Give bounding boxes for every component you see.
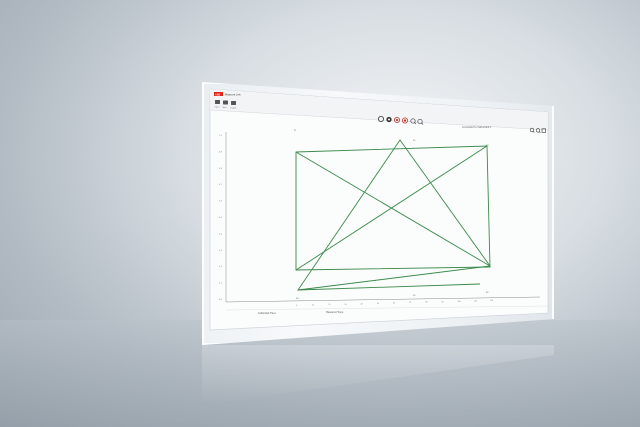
export-label: Export [231, 107, 237, 110]
x-tick-label: 30 [345, 304, 347, 306]
y-tick-label: 0.7 [219, 184, 222, 186]
status-text: Connected to Instrument 1 [462, 126, 492, 129]
legend-right: Measured Trace [326, 311, 344, 314]
window-title: Measure Link [225, 94, 241, 97]
y-tick-label: 0.2 [219, 266, 222, 268]
save-icon[interactable] [223, 100, 228, 105]
x-tick-label: 0 [296, 305, 297, 307]
x-tick-label: 60 [393, 303, 395, 305]
y-tick-label: 0.5 [219, 217, 222, 219]
x-tick-label: 40 [361, 303, 363, 305]
x-tick-label: 50 [377, 303, 379, 305]
x-tick-label: 10 [312, 305, 314, 307]
x-tick-label: 110 [474, 300, 477, 302]
y-tick-label: 0.3 [219, 250, 222, 252]
y-tick-label: 0.1 [219, 283, 222, 285]
open-label: Open [215, 107, 220, 109]
monitor-screen: ABB Measure Link Open Save Export Connec… [209, 88, 549, 331]
x-tick-label: 90 [442, 301, 444, 303]
x-tick-label: 120 [490, 300, 493, 302]
x-tick-label: 20 [328, 304, 330, 306]
x-tick-label: 100 [458, 301, 461, 303]
x-tick-label: 70 [409, 302, 411, 304]
export-icon[interactable] [231, 101, 236, 105]
legend-left: Calibrated Trace [258, 312, 276, 315]
logo-text: ABB [215, 92, 221, 96]
x-tick-label: 80 [425, 302, 427, 304]
open-icon[interactable] [215, 100, 220, 104]
